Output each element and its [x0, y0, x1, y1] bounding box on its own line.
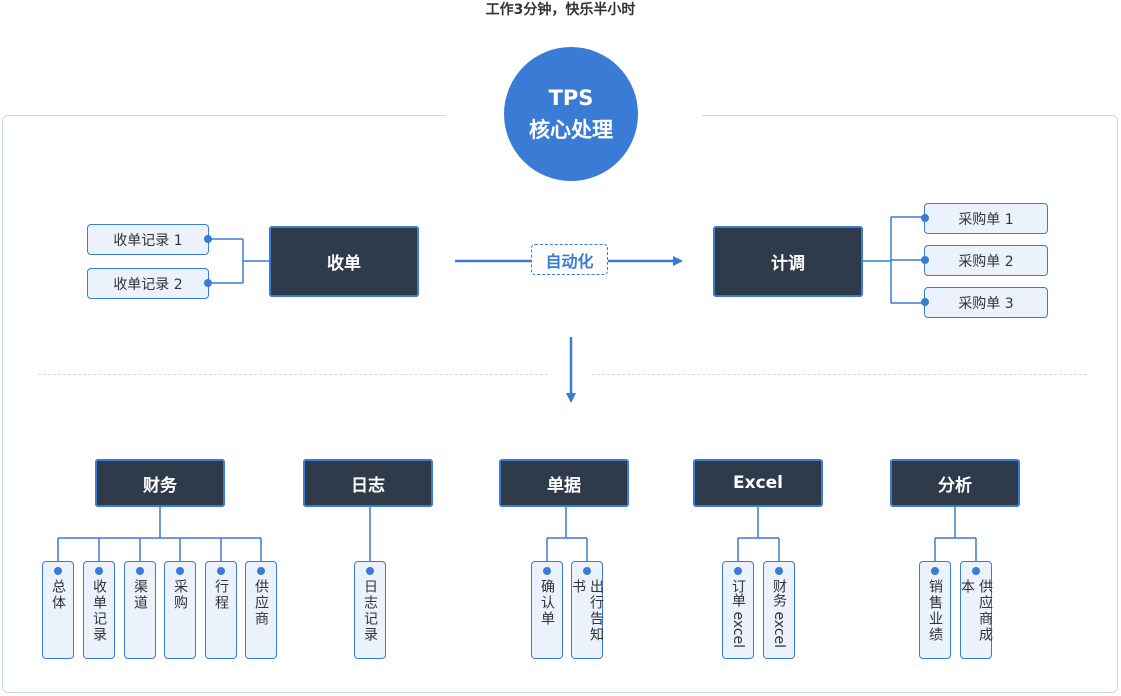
tag-hole-icon [176, 567, 184, 575]
category-item-label: 总体 [50, 579, 66, 611]
tag-hole-icon [95, 567, 103, 575]
receive-box: 收单 [269, 226, 419, 297]
category-item-label: 日志记录 [362, 579, 378, 643]
tag-hole-icon [366, 567, 374, 575]
category-item-tag: 行程 [205, 561, 237, 659]
category-item-tag: 供应商 [245, 561, 277, 659]
receive-record-tag: 收单记录 1 [87, 224, 212, 255]
purchase-order-label: 采购单 2 [958, 253, 1014, 270]
category-documents: 单据 [499, 459, 629, 507]
separator-right [592, 374, 1087, 375]
category-item-label: 销售业绩 [927, 579, 943, 643]
automation-label: 自动化 [531, 244, 608, 275]
tag-hole-icon [204, 235, 212, 243]
category-item-tag: 总体 [42, 561, 74, 659]
tag-hole-icon [204, 279, 212, 287]
category-item-tag: 确认单 [531, 561, 563, 659]
purchase-order-tag: 采购单 1 [921, 203, 1048, 234]
tag-hole-icon [217, 567, 225, 575]
tag-hole-icon [921, 214, 929, 222]
category-item-tag: 日志记录 [354, 561, 386, 659]
category-item-tag: 供应商成本 [959, 561, 993, 659]
core-title: TPS [548, 86, 594, 110]
core-subtitle: 核心处理 [529, 118, 613, 142]
category-item-tag: 出行告知书 [570, 561, 604, 659]
core-circle: TPS 核心处理 [504, 47, 638, 181]
category-item-label: 财务 excel [771, 579, 787, 649]
tag-hole-icon [734, 567, 742, 575]
category-item-label: 供应商 [253, 579, 269, 627]
tag-hole-icon [921, 298, 929, 306]
category-item-label: 订单 excel [730, 579, 746, 649]
purchase-connector [862, 216, 924, 304]
tag-hole-icon [931, 567, 939, 575]
category-connectors [57, 507, 977, 566]
receive-record-label: 收单记录 1 [113, 232, 183, 249]
plan-box: 计调 [713, 226, 863, 297]
category-item-label: 采购 [172, 579, 188, 611]
category-analysis: 分析 [890, 459, 1020, 507]
receive-record-tag: 收单记录 2 [87, 268, 212, 299]
receive-record-label: 收单记录 2 [113, 276, 183, 293]
category-item-tag: 财务 excel [763, 561, 795, 659]
tag-hole-icon [921, 256, 929, 264]
tag-hole-icon [136, 567, 144, 575]
category-item-tag: 收单记录 [83, 561, 115, 659]
receive-connector [209, 238, 271, 284]
category-item-tag: 采购 [164, 561, 196, 659]
purchase-order-label: 采购单 3 [958, 295, 1014, 312]
separator-left [38, 374, 548, 375]
category-item-label: 确认单 [539, 579, 555, 627]
tag-hole-icon [775, 567, 783, 575]
purchase-order-tag: 采购单 3 [921, 287, 1048, 318]
category-item-label: 供应商成本 [959, 579, 993, 643]
category-item-label: 出行告知书 [570, 579, 604, 643]
category-excel: Excel [693, 459, 823, 507]
category-item-tag: 渠道 [124, 561, 156, 659]
category-finance: 财务 [95, 459, 225, 507]
category-item-label: 收单记录 [91, 579, 107, 643]
purchase-order-label: 采购单 1 [958, 211, 1014, 228]
tag-hole-icon [54, 567, 62, 575]
category-item-tag: 销售业绩 [919, 561, 951, 659]
category-log: 日志 [303, 459, 433, 507]
tag-hole-icon [543, 567, 551, 575]
tag-hole-icon [583, 567, 591, 575]
category-item-label: 行程 [213, 579, 229, 611]
purchase-order-tag: 采购单 2 [921, 245, 1048, 276]
tag-hole-icon [257, 567, 265, 575]
tag-hole-icon [972, 567, 980, 575]
category-item-tag: 订单 excel [722, 561, 754, 659]
category-item-label: 渠道 [132, 579, 148, 611]
